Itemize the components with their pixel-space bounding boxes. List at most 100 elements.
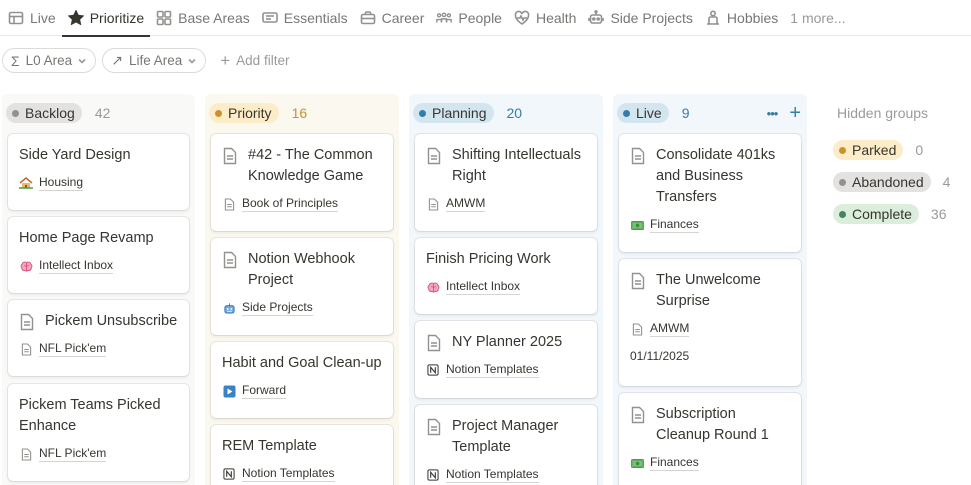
grid-icon xyxy=(156,10,172,25)
page-icon xyxy=(426,197,440,211)
card-date: 01/11/2025 xyxy=(630,349,690,363)
page-icon xyxy=(19,447,33,461)
status-badge[interactable]: Parked xyxy=(833,140,904,160)
tab-prioritize[interactable]: Prioritize xyxy=(61,0,151,37)
filter-life-area[interactable]: ↗ Life Area xyxy=(102,48,207,73)
board-card[interactable]: NY Planner 2025 Notion Templates xyxy=(415,321,597,398)
filter-l0-area[interactable]: Σ L0 Area xyxy=(2,48,97,73)
board-card[interactable]: #42 - The Common Knowledge Game Book of … xyxy=(211,134,393,231)
board-card[interactable]: Subscription Cleanup Round 1 Finances xyxy=(619,393,801,485)
status-dot xyxy=(839,178,846,186)
board-card[interactable]: Finish Pricing Work Intellect Inbox xyxy=(415,238,597,314)
board-card[interactable]: Pickem Unsubscribe NFL Pick'em xyxy=(8,300,189,376)
brain-icon xyxy=(426,280,440,294)
money-icon xyxy=(630,456,644,470)
view-tabs: Live Prioritize Base Areas Essentials Ca… xyxy=(0,0,971,37)
relation-label: Housing xyxy=(39,175,84,191)
chevron-down-icon xyxy=(78,58,86,64)
card-title-row: Shifting Intellectuals Right xyxy=(426,145,586,187)
hidden-groups-title: Hidden groups xyxy=(837,105,929,121)
card-relation[interactable]: Intellect Inbox xyxy=(426,279,586,295)
card-relation[interactable]: Finances xyxy=(630,217,790,233)
hidden-group-abandoned[interactable]: Abandoned 4 xyxy=(833,172,950,192)
page-icon xyxy=(630,322,644,336)
card-title: Side Yard Design xyxy=(19,147,131,163)
relation-label: Forward xyxy=(242,383,287,399)
group-count: 4 xyxy=(942,174,951,190)
card-relation[interactable]: Housing xyxy=(19,175,178,191)
board-card[interactable]: Home Page Revamp Intellect Inbox xyxy=(8,217,189,293)
page-icon xyxy=(20,313,34,331)
board-card[interactable]: Notion Webhook Project Side Projects xyxy=(211,238,393,335)
tab-side-projects[interactable]: Side Projects xyxy=(582,0,698,36)
board-card[interactable]: The Unwelcome Surprise AMWM 01/11/2025 xyxy=(619,259,801,386)
card-title: Shifting Intellectuals Right xyxy=(452,147,581,184)
card-relation[interactable]: Book of Principles xyxy=(222,196,382,212)
tab-base-areas[interactable]: Base Areas xyxy=(150,0,256,36)
board-card[interactable]: Pickem Teams Picked Enhance NFL Pick'em xyxy=(8,384,189,481)
arrow-up-right-icon: ↗ xyxy=(111,52,123,68)
status-badge[interactable]: Complete xyxy=(833,204,919,224)
card-relation[interactable]: NFL Pick'em xyxy=(19,446,178,462)
card-title: The Unwelcome Surprise xyxy=(656,272,761,309)
relation-label: Finances xyxy=(650,455,699,471)
card-title: Consolidate 401ks and Business Transfers xyxy=(656,147,776,205)
card-relation[interactable]: Intellect Inbox xyxy=(19,258,178,274)
board-card[interactable]: Consolidate 401ks and Business Transfers… xyxy=(619,134,801,252)
sigma-icon: Σ xyxy=(11,52,20,69)
hidden-group-complete[interactable]: Complete 36 xyxy=(833,204,947,224)
page-icon xyxy=(631,406,645,424)
page-icon xyxy=(19,342,33,356)
more-tabs-button[interactable]: 1 more... xyxy=(784,0,851,36)
card-title-row: Notion Webhook Project xyxy=(222,249,382,291)
tab-career[interactable]: Career xyxy=(354,0,431,36)
card-relation[interactable]: AMWM xyxy=(630,321,790,337)
status-badge[interactable]: Priority xyxy=(209,103,279,123)
card-relation[interactable]: Notion Templates xyxy=(222,466,382,482)
status-dot xyxy=(839,210,846,218)
status-badge[interactable]: Abandoned xyxy=(833,172,931,192)
tab-people[interactable]: People xyxy=(430,0,508,36)
status-dot xyxy=(419,109,426,117)
tab-health[interactable]: Health xyxy=(508,0,582,36)
tab-hobbies[interactable]: Hobbies xyxy=(699,0,784,36)
hidden-group-parked[interactable]: Parked 0 xyxy=(833,140,923,160)
card-relation[interactable]: NFL Pick'em xyxy=(19,341,178,357)
status-dot xyxy=(12,109,19,117)
robot-icon xyxy=(588,9,605,24)
board-card[interactable]: Project Manager Template Notion Template… xyxy=(415,405,597,485)
column-name: Priority xyxy=(228,105,272,121)
add-filter-button[interactable]: + Add filter xyxy=(212,48,297,73)
column-count: 20 xyxy=(506,105,523,121)
board-card[interactable]: REM Template Notion Templates xyxy=(211,425,393,485)
more-options-icon[interactable]: ••• xyxy=(767,107,779,120)
column-name: Live xyxy=(636,105,662,121)
status-badge[interactable]: Backlog xyxy=(6,103,82,123)
person-icon xyxy=(706,9,719,25)
plus-icon: + xyxy=(220,51,231,70)
board-card[interactable]: Side Yard Design Housing xyxy=(8,134,189,210)
column-header: Backlog 42 xyxy=(2,94,195,132)
card-relation[interactable]: Forward xyxy=(222,383,382,399)
column-name: Planning xyxy=(432,105,487,121)
tab-essentials[interactable]: Essentials xyxy=(256,0,354,36)
board-card[interactable]: Habit and Goal Clean-up Forward xyxy=(211,342,393,418)
card-relation[interactable]: Side Projects xyxy=(222,300,382,316)
board-column-planning: Planning 20 Shifting Intellectuals Right… xyxy=(409,94,603,485)
people-icon xyxy=(436,11,453,22)
money-icon xyxy=(630,218,644,232)
card-relation[interactable]: AMWM xyxy=(426,196,586,212)
card-relation[interactable]: Notion Templates xyxy=(426,467,586,483)
add-card-icon[interactable]: + xyxy=(789,103,801,123)
tab-label: Side Projects xyxy=(610,9,693,26)
board-card[interactable]: Shifting Intellectuals Right AMWM xyxy=(415,134,597,231)
status-badge[interactable]: Planning xyxy=(413,103,494,123)
card-relation[interactable]: Finances xyxy=(630,455,790,471)
card-relation[interactable]: Notion Templates xyxy=(426,362,586,378)
card-title: Pickem Unsubscribe xyxy=(45,313,178,329)
card-title-row: #42 - The Common Knowledge Game xyxy=(222,145,382,187)
house-icon xyxy=(19,176,33,190)
briefcase-icon xyxy=(360,10,375,24)
status-badge[interactable]: Live xyxy=(617,103,669,123)
tab-live[interactable]: Live xyxy=(2,0,62,36)
